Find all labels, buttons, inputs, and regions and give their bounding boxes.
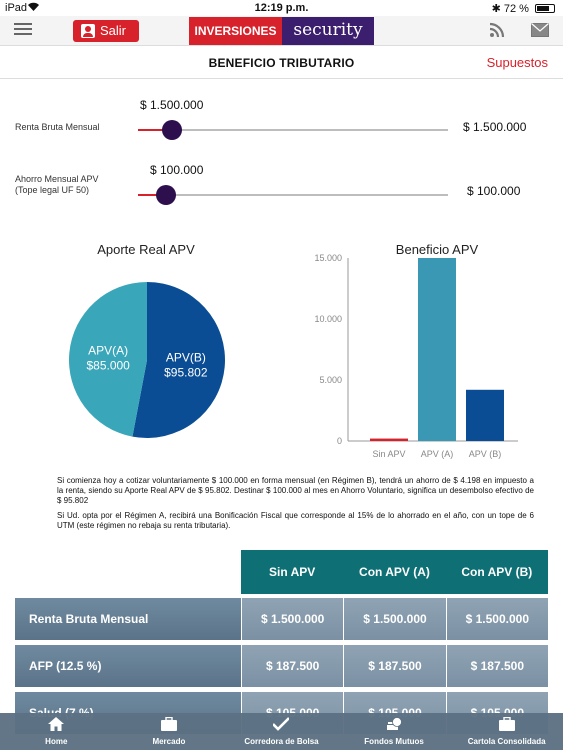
page-title: BENEFICIO TRIBUTARIO xyxy=(208,56,355,70)
row-value: $ 1.500.000 xyxy=(241,598,344,640)
pie-chart: APV(A)$85.000 APV(B)$95.802 xyxy=(68,282,225,438)
explanation-paragraph-2: Si Ud. opta por el Régimen A, recibirá u… xyxy=(57,511,534,530)
x-tick-label: APV (B) xyxy=(469,449,502,459)
table-row: Renta Bruta Mensual $ 1.500.000 $ 1.500.… xyxy=(15,598,548,640)
salir-label: Salir xyxy=(100,23,127,38)
tab-mercado[interactable]: Mercado xyxy=(113,713,226,750)
status-bar: iPad 12:19 p.m. ✱ 72 % xyxy=(0,0,563,16)
bar xyxy=(418,258,456,441)
pie-slice-value: $85.000 xyxy=(86,358,130,372)
header-con-apv-b: Con APV (B) xyxy=(461,565,533,579)
home-icon xyxy=(48,717,65,731)
bar-chart: 0 5.000 10.000 15.000 Sin APV APV (A) APV (B) xyxy=(314,253,518,459)
slider-track[interactable] xyxy=(138,185,448,205)
y-tick-label: 10.000 xyxy=(314,314,342,324)
row-value: $ 187.500 xyxy=(241,645,344,687)
row-value: $ 187.500 xyxy=(445,645,548,687)
pie-slice-name: APV(A) xyxy=(88,343,128,357)
slider-label: Ahorro Mensual APV (Tope legal UF 50) xyxy=(15,174,99,196)
table-row: AFP (12.5 %) $ 187.500 $ 187.500 $ 187.5… xyxy=(15,645,548,687)
bar xyxy=(370,438,408,441)
checkmark-icon xyxy=(273,717,290,731)
tab-fondos-mutuos[interactable]: Fondos Mutuos xyxy=(338,713,451,750)
x-tick-label: Sin APV xyxy=(372,449,405,459)
row-value: $ 1.500.000 xyxy=(445,598,548,640)
slider-thumb[interactable] xyxy=(162,120,183,140)
logo-inversiones: INVERSIONES xyxy=(189,17,282,45)
slider-thumb[interactable] xyxy=(155,185,176,205)
bar xyxy=(466,389,504,441)
table-header: Sin APV Con APV (A) Con APV (B) xyxy=(241,550,548,594)
y-tick-label: 5.000 xyxy=(319,375,342,385)
tab-label: Fondos Mutuos xyxy=(364,737,424,746)
status-right: ✱ 72 % xyxy=(492,2,555,15)
explanation-text: Si comienza hoy a cotizar voluntariament… xyxy=(57,476,534,531)
slider-top-value: $ 100.000 xyxy=(150,163,204,177)
user-icon xyxy=(81,24,95,38)
header-con-apv-a: Con APV (A) xyxy=(359,565,430,579)
slider-label-line1: Ahorro Mensual APV xyxy=(15,174,99,184)
menu-icon[interactable] xyxy=(14,23,32,37)
tab-corredora-de-bolsa[interactable]: Corredora de Bolsa xyxy=(225,713,338,750)
x-tick-label: APV (A) xyxy=(421,449,454,459)
bottom-tab-bar: Home Mercado Corredora de Bolsa Fondos M… xyxy=(0,713,563,750)
status-time: 12:19 p.m. xyxy=(254,2,309,14)
supuestos-link[interactable]: Supuestos xyxy=(487,55,548,70)
mail-icon[interactable] xyxy=(531,23,549,37)
header-sin-apv: Sin APV xyxy=(269,565,316,579)
title-bar: BENEFICIO TRIBUTARIO Supuestos xyxy=(0,47,563,79)
slider-top-value: $ 1.500.000 xyxy=(140,98,204,112)
slider-label-line1: Renta Bruta Mensual xyxy=(15,122,100,132)
pie-slice-value: $95.802 xyxy=(164,366,208,380)
pie-slice-name: APV(B) xyxy=(166,351,206,365)
explanation-paragraph-1: Si comienza hoy a cotizar voluntariament… xyxy=(57,476,534,505)
slider-label: Renta Bruta Mensual xyxy=(15,122,100,133)
tab-label: Corredora de Bolsa xyxy=(244,737,319,746)
battery-percent: 72 % xyxy=(503,3,529,15)
row-value: $ 187.500 xyxy=(343,645,446,687)
slider-right-value: $ 1.500.000 xyxy=(463,120,527,134)
bluetooth-icon: ✱ xyxy=(491,3,501,15)
y-tick-label: 0 xyxy=(337,436,342,446)
salir-button[interactable]: Salir xyxy=(73,20,139,42)
slider-renta-bruta: $ 1.500.000 Renta Bruta Mensual $ 1.500.… xyxy=(0,96,563,146)
tab-label: Mercado xyxy=(152,737,186,746)
app-header: Salir INVERSIONES security xyxy=(0,16,563,46)
briefcase-icon xyxy=(498,717,515,731)
battery-icon xyxy=(535,4,555,13)
tab-home[interactable]: Home xyxy=(0,713,113,750)
tab-label: Cartola Consolidada xyxy=(467,737,546,746)
app-screen: iPad 12:19 p.m. ✱ 72 % Salir INVERSIONES… xyxy=(0,0,563,750)
rss-icon[interactable] xyxy=(489,22,505,38)
slider-right-value: $ 100.000 xyxy=(467,184,521,198)
row-label: Renta Bruta Mensual xyxy=(15,598,241,640)
row-label: AFP (12.5 %) xyxy=(15,645,241,687)
slider-ahorro-mensual: $ 100.000 Ahorro Mensual APV (Tope legal… xyxy=(0,162,563,212)
slider-label-line2: (Tope legal UF 50) xyxy=(15,185,90,195)
tab-cartola-consolidada[interactable]: Cartola Consolidada xyxy=(450,713,563,750)
money-stack-icon xyxy=(387,717,402,730)
briefcase-icon xyxy=(160,717,177,731)
y-tick-label: 15.000 xyxy=(314,253,342,263)
brand-logo: INVERSIONES security xyxy=(189,17,374,45)
tab-label: Home xyxy=(45,737,68,746)
logo-security: security xyxy=(282,17,374,45)
pie-chart-title: Aporte Real APV xyxy=(97,242,195,257)
slider-track[interactable] xyxy=(138,120,448,140)
row-value: $ 1.500.000 xyxy=(343,598,446,640)
